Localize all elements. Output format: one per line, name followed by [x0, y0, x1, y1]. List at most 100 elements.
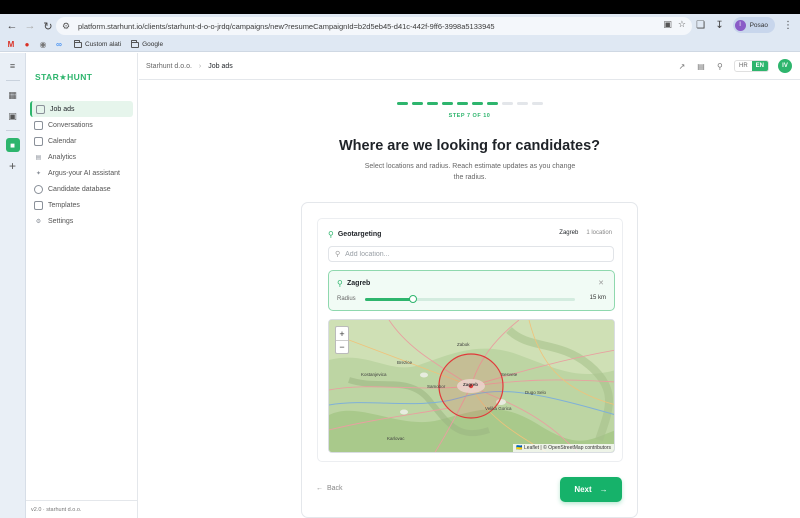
forward-arrow-icon[interactable]: → [21, 17, 39, 35]
map-label-velika-gorica: Velika Gorica [485, 406, 512, 411]
geotargeting-summary: Zagreb 1 location [559, 230, 612, 236]
bookmark-star-icon[interactable]: ☆ [678, 19, 686, 30]
zoom-in-button[interactable]: + [336, 327, 348, 340]
progress-segment [412, 102, 423, 105]
sidebar-item-analytics[interactable]: ▤ Analytics [30, 149, 133, 165]
bookmark-label: Google [142, 41, 164, 48]
sidebar-item-argus[interactable]: ✦ Argus-your AI assistant [30, 165, 133, 181]
radius-slider-thumb[interactable] [409, 295, 418, 303]
geotargeting-panel: ⚲ Geotargeting Zagreb 1 location ⚲ ⚲ Zag… [317, 218, 623, 462]
sidebar-item-label: Calendar [48, 137, 77, 145]
progress-segment [532, 102, 543, 105]
bookmarks-bar: M ● ◉ ∞ Custom alati Google [0, 38, 800, 52]
arrow-left-icon: ← [316, 485, 323, 492]
extensions-icon[interactable]: ❏ [695, 20, 707, 31]
map-label-samobor: Samobor [427, 384, 446, 389]
meta-icon[interactable]: ∞ [54, 40, 64, 49]
location-search[interactable]: ⚲ [328, 246, 614, 262]
back-arrow-icon[interactable]: ← [3, 17, 21, 35]
sidebar-item-label: Conversations [48, 121, 93, 129]
bookmark-google[interactable]: Google [131, 39, 164, 48]
browser-side-rail: ≡ ▦ ▣ ■ + [0, 53, 26, 518]
breadcrumb-chevron-icon: › [198, 62, 202, 70]
location-search-input[interactable] [345, 250, 596, 258]
app-icon[interactable]: ■ [5, 138, 20, 152]
sidebar-item-conversations[interactable]: Conversations [30, 117, 133, 133]
progress-segment [442, 102, 453, 105]
breadcrumb-current: Job ads [208, 62, 233, 70]
summary-count: 1 location [586, 230, 612, 236]
external-link-icon[interactable]: ↗ [677, 62, 687, 71]
map-label-zabok: Zabok [457, 342, 470, 347]
sidebar-item-settings[interactable]: ⚙ Settings [30, 213, 133, 229]
profile-label: Posao [749, 21, 768, 29]
user-icon [34, 184, 43, 194]
os-top-bar [0, 0, 800, 14]
profile-button[interactable]: I Posao [732, 17, 775, 33]
radius-label: Radius [337, 296, 356, 302]
map-zoom-control: + − [335, 326, 349, 354]
radius-slider-fill [365, 298, 414, 301]
gear-icon: ⚙ [35, 218, 42, 225]
lang-hr-button[interactable]: HR [735, 61, 752, 71]
sidebar-item-calendar[interactable]: Calendar [30, 133, 133, 149]
bookmark-custom-alati[interactable]: Custom alati [74, 39, 121, 48]
geotargeting-title: Geotargeting [337, 231, 382, 238]
user-avatar[interactable]: IV [778, 59, 792, 73]
sidebar-item-label: Candidate database [48, 185, 111, 193]
location-pin-icon: ⚲ [337, 279, 343, 288]
bookmark-red-icon[interactable]: ● [22, 40, 32, 49]
page-title: Where are we looking for candidates? [338, 138, 601, 154]
zoom-out-button[interactable]: − [336, 340, 348, 353]
map-attribution[interactable]: 🇺🇦 Leaflet | © OpenStreetMap contributor… [513, 444, 614, 452]
sidebar-item-templates[interactable]: Templates [30, 197, 133, 213]
rail-divider [5, 130, 20, 131]
document-icon [34, 200, 43, 210]
browser-toolbar: ← → ↻ ⚙ platform.starhunt.io/clients/sta… [0, 14, 800, 38]
next-button[interactable]: Next → [560, 477, 622, 502]
progress-segment [517, 102, 528, 105]
starhunt-logo[interactable]: STAR★HUNT [35, 72, 92, 83]
location-item: ⚲ Zagreb ✕ Radius 15 km [328, 270, 615, 311]
back-button[interactable]: ← Back [316, 485, 343, 492]
app-sidebar: STAR★HUNT Job ads Conversations Calendar… [26, 53, 138, 518]
site-settings-icon[interactable]: ⚙ [62, 21, 74, 32]
step-label: STEP 7 OF 10 [448, 113, 491, 119]
progress-segment [487, 102, 498, 105]
url-text: platform.starhunt.io/clients/starhunt-d-… [78, 21, 495, 31]
grid-icon[interactable]: ▦ [6, 88, 20, 102]
sidebar-toggle-icon[interactable]: ≡ [6, 59, 20, 73]
geotargeting-card: ⚲ Geotargeting Zagreb 1 location ⚲ ⚲ Zag… [301, 202, 638, 518]
map-label-brezice: Brezice [397, 360, 413, 365]
radius-slider[interactable] [365, 295, 575, 303]
sidebar-item-job-ads[interactable]: Job ads [30, 101, 133, 117]
location-name: Zagreb [347, 280, 371, 287]
folder-icon [131, 39, 140, 48]
bookmark-globe-icon[interactable]: ◉ [38, 40, 48, 49]
map-label-sesvete: Sesvete [501, 372, 518, 377]
sidebar-item-label: Argus-your AI assistant [48, 169, 120, 177]
image-search-icon[interactable]: ▣ [6, 109, 20, 123]
chart-icon: ▤ [35, 154, 42, 161]
cast-icon[interactable]: ▣ [663, 19, 672, 30]
page-header: Starhunt d.o.o. › Job ads ↗ ▤ ⚲ HR EN IV [139, 53, 800, 80]
back-label: Back [327, 485, 343, 492]
reload-icon[interactable]: ↻ [39, 17, 57, 35]
progress-segment [472, 102, 483, 105]
address-bar[interactable]: ⚙ platform.starhunt.io/clients/starhunt-… [56, 17, 692, 35]
progress-segment [397, 102, 408, 105]
download-icon[interactable]: ↧ [714, 20, 726, 31]
menu-dots-icon[interactable]: ⋮ [782, 20, 794, 31]
feedback-icon[interactable]: ▤ [696, 62, 706, 71]
lang-en-button[interactable]: EN [751, 61, 768, 71]
gmail-icon[interactable]: M [6, 40, 16, 49]
remove-location-close-icon[interactable]: ✕ [598, 279, 604, 287]
sidebar-item-candidate-database[interactable]: Candidate database [30, 181, 133, 197]
language-switch: HR EN [733, 60, 769, 72]
profile-avatar: I [734, 19, 746, 31]
map-label-kostanjevica: Kostanjevica [361, 372, 387, 377]
add-icon[interactable]: + [6, 159, 20, 173]
breadcrumb-company[interactable]: Starhunt d.o.o. [146, 63, 192, 70]
lightbulb-icon[interactable]: ⚲ [715, 62, 725, 71]
map-view[interactable]: Zagreb Velika Gorica Samobor Zabok Sesve… [328, 319, 615, 453]
